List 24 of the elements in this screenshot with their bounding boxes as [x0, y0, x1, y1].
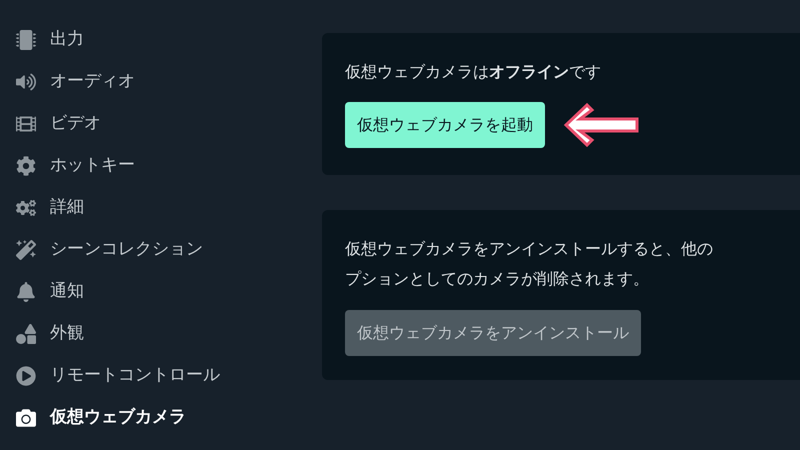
play-icon — [16, 366, 36, 386]
sidebar-item[interactable]: 外観 — [16, 320, 280, 347]
sidebar-item[interactable]: 仮想ウェブカメラ — [16, 404, 280, 431]
sidebar-item[interactable]: 詳細 — [16, 194, 280, 221]
wand-icon — [16, 240, 36, 260]
sidebar-item[interactable]: ビデオ — [16, 110, 280, 137]
status-message: 仮想ウェブカメラはオフラインです — [345, 61, 602, 83]
gear-icon — [16, 156, 36, 176]
sidebar-item[interactable]: オーディオ — [16, 68, 280, 95]
sidebar-item[interactable]: 通知 — [16, 278, 280, 305]
sidebar-item[interactable]: 出力 — [16, 26, 280, 53]
speaker-icon — [16, 72, 36, 92]
start-camera-button[interactable]: 仮想ウェブカメラを起動 — [345, 102, 545, 148]
bell-icon — [16, 282, 36, 302]
uninstall-description: 仮想ウェブカメラをアンインストールすると、他の プションとしてのカメラが削除されます。 — [345, 238, 714, 290]
sidebar-item[interactable]: リモートコントロール — [16, 362, 280, 389]
sidebar-item[interactable]: シーンコレクション — [16, 236, 280, 263]
sidebar-item[interactable]: ホットキー — [16, 152, 280, 179]
camera-icon — [16, 408, 36, 428]
gears-icon — [16, 198, 36, 218]
chip-icon — [16, 30, 36, 50]
film-icon — [16, 114, 36, 134]
shapes-icon — [16, 324, 36, 344]
arrow-icon — [563, 102, 641, 148]
